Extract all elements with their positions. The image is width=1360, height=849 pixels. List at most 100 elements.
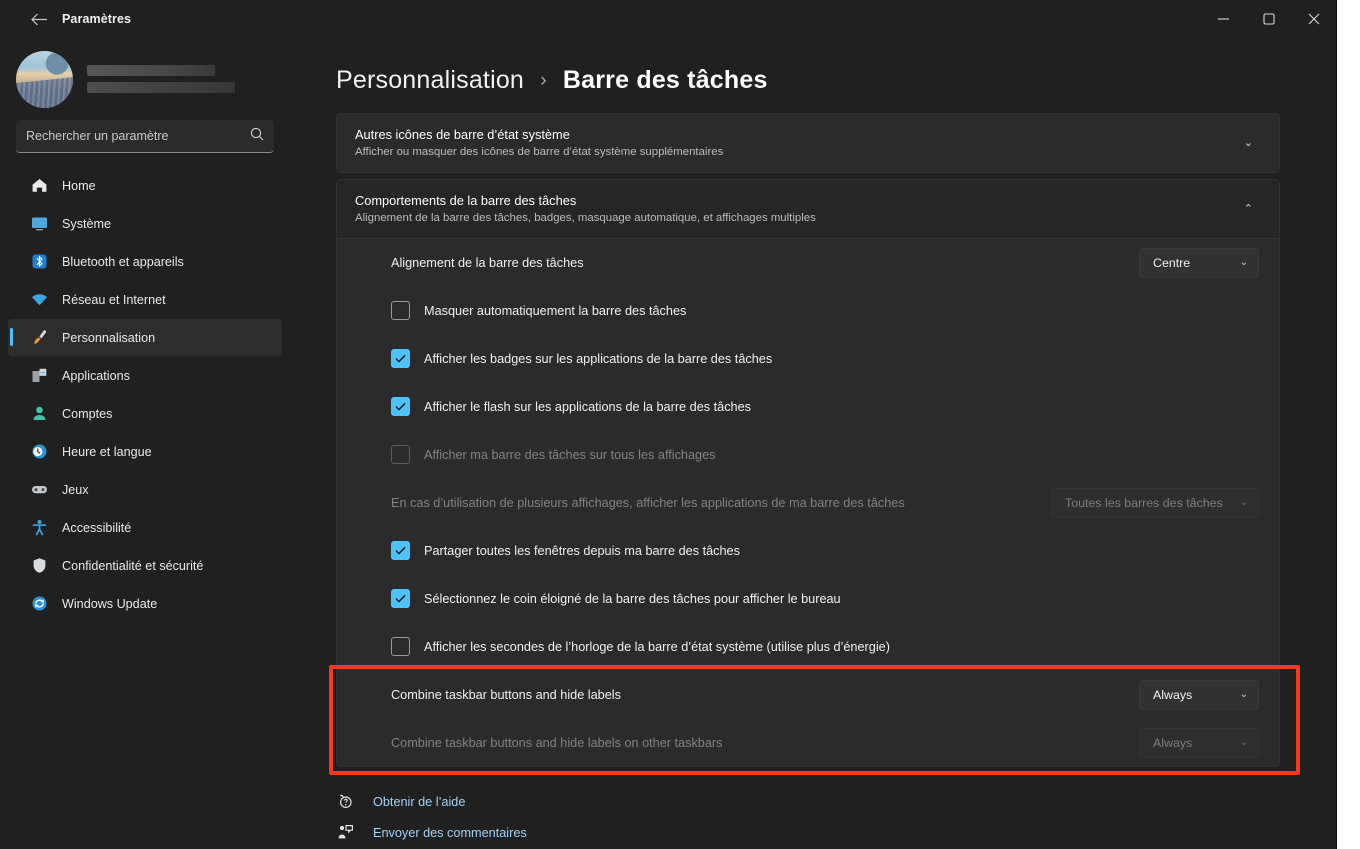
card-title: Autres icônes de barre d’état système (355, 127, 570, 142)
settings-window: Paramètres Rechercher un paramètre Home … (0, 0, 1337, 849)
sidebar-item-confidentialite[interactable]: Confidentialité et sécurité (8, 547, 282, 584)
clock-icon (30, 443, 48, 461)
check-icon (395, 354, 406, 363)
send-feedback-link[interactable]: Envoyer des commentaires (336, 824, 1280, 841)
account-icon (30, 405, 48, 423)
row-show-desktop-corner[interactable]: Sélectionnez le coin éloigné de la barre… (337, 574, 1279, 622)
row-clock-seconds[interactable]: Afficher les secondes de l’horloge de la… (337, 622, 1279, 670)
share-windows-checkbox[interactable] (391, 541, 410, 560)
sidebar-item-applications[interactable]: Applications (8, 357, 282, 394)
autohide-checkbox[interactable] (391, 301, 410, 320)
taskbar-alignment-dropdown[interactable]: Centre ⌄ (1139, 247, 1259, 278)
apps-icon (30, 367, 48, 385)
row-show-badges[interactable]: Afficher les badges sur les applications… (337, 334, 1279, 382)
main-content: Personnalisation › Barre des tâches Autr… (290, 38, 1336, 849)
row-taskbar-alignment: Alignement de la barre des tâches Centre… (337, 238, 1279, 286)
row-label: Afficher ma barre des tâches sur tous le… (424, 447, 716, 462)
row-share-windows[interactable]: Partager toutes les fenêtres depuis ma b… (337, 526, 1279, 574)
check-icon (395, 402, 406, 411)
sidebar-item-bluetooth[interactable]: Bluetooth et appareils (8, 243, 282, 280)
all-displays-checkbox (391, 445, 410, 464)
page-title: Barre des tâches (562, 66, 768, 94)
sidebar-item-label: Confidentialité et sécurité (62, 558, 204, 573)
chevron-down-icon[interactable]: ⌄ (1238, 136, 1259, 149)
accessibility-icon (30, 519, 48, 537)
row-combine-taskbar-buttons-other: Combine taskbar buttons and hide labels … (337, 718, 1279, 766)
row-show-flash[interactable]: Afficher le flash sur les applications d… (337, 382, 1279, 430)
sidebar-item-label: Home (62, 178, 96, 193)
combine-taskbar-buttons-dropdown[interactable]: Always ⌄ (1139, 679, 1259, 710)
back-button[interactable] (22, 4, 56, 34)
row-label: Partager toutes les fenêtres depuis ma b… (424, 543, 740, 558)
update-icon (30, 595, 48, 613)
dropdown-value: Toutes les barres des tâches (1065, 495, 1223, 510)
check-icon (395, 546, 406, 555)
sidebar-item-jeux[interactable]: Jeux (8, 471, 282, 508)
show-desktop-checkbox[interactable] (391, 589, 410, 608)
avatar (16, 50, 73, 108)
title-bar: Paramètres (0, 0, 1336, 38)
minimize-icon (1218, 18, 1229, 20)
link-label: Envoyer des commentaires (373, 825, 527, 840)
card-subtitle: Afficher ou masquer des icônes de barre … (355, 146, 724, 158)
breadcrumb-parent[interactable]: Personnalisation (336, 66, 524, 94)
sidebar-item-heure-langue[interactable]: Heure et langue (8, 433, 282, 470)
sidebar: Home Système Bluetooth et appareils (0, 38, 290, 849)
chevron-down-icon: ⌄ (1239, 737, 1248, 748)
sidebar-item-accessibilite[interactable]: Accessibilité (8, 509, 282, 546)
chevron-down-icon: ⌄ (1239, 497, 1248, 508)
get-help-link[interactable]: Obtenir de l’aide (336, 793, 1280, 810)
row-label: Combine taskbar buttons and hide labels … (391, 735, 723, 750)
row-label: Afficher le flash sur les applications d… (424, 399, 752, 414)
sidebar-item-comptes[interactable]: Comptes (8, 395, 282, 432)
card-subtitle: Alignement de la barre des tâches, badge… (355, 212, 816, 224)
chevron-down-icon: ⌄ (1239, 257, 1248, 268)
wifi-icon (30, 291, 48, 309)
row-label: Sélectionnez le coin éloigné de la barre… (424, 591, 841, 606)
user-profile[interactable] (8, 38, 282, 112)
row-label: Alignement de la barre des tâches (391, 255, 584, 270)
sidebar-item-windows-update[interactable]: Windows Update (8, 585, 282, 622)
close-button[interactable] (1291, 0, 1336, 38)
chevron-down-icon: ⌄ (1239, 689, 1248, 700)
app-title: Paramètres (62, 12, 132, 26)
row-multi-display-apps: En cas d’utilisation de plusieurs affich… (337, 478, 1279, 526)
card-taskbar-behaviors-header[interactable]: Comportements de la barre des tâches Ali… (337, 180, 1279, 238)
sidebar-item-label: Windows Update (62, 596, 158, 611)
search-input[interactable] (26, 129, 244, 143)
maximize-button[interactable] (1246, 0, 1291, 38)
row-label: Masquer automatiquement la barre des tâc… (424, 303, 687, 318)
sidebar-item-systeme[interactable]: Système (8, 205, 282, 242)
dropdown-value: Always (1153, 687, 1193, 702)
home-icon (30, 177, 48, 195)
chevron-up-icon[interactable]: ⌃ (1238, 202, 1259, 215)
sidebar-item-personnalisation[interactable]: Personnalisation (8, 319, 282, 356)
dropdown-value: Always (1153, 735, 1193, 750)
check-icon (395, 594, 406, 603)
sidebar-item-reseau[interactable]: Réseau et Internet (8, 281, 282, 318)
sidebar-item-label: Accessibilité (62, 520, 132, 535)
clock-seconds-checkbox[interactable] (391, 637, 410, 656)
sidebar-item-home[interactable]: Home (8, 167, 282, 204)
row-label: Afficher les secondes de l’horloge de la… (424, 639, 890, 654)
sidebar-item-label: Bluetooth et appareils (62, 254, 184, 269)
monitor-icon (30, 215, 48, 233)
sidebar-item-label: Jeux (62, 482, 89, 497)
card-title: Comportements de la barre des tâches (355, 193, 577, 208)
badges-checkbox[interactable] (391, 349, 410, 368)
window-controls (1201, 0, 1336, 38)
close-icon (1308, 13, 1319, 25)
breadcrumb-separator: › (540, 70, 547, 91)
highlighted-settings-group: Combine taskbar buttons and hide labels … (329, 665, 1300, 775)
minimize-button[interactable] (1201, 0, 1246, 38)
combine-other-taskbars-dropdown: Always ⌄ (1139, 727, 1259, 758)
dropdown-value: Centre (1153, 255, 1191, 270)
card-system-icons-header[interactable]: Autres icônes de barre d’état système Af… (337, 114, 1279, 172)
flash-checkbox[interactable] (391, 397, 410, 416)
row-taskbar-all-displays: Afficher ma barre des tâches sur tous le… (337, 430, 1279, 478)
search-box[interactable] (16, 120, 274, 153)
row-autohide-taskbar[interactable]: Masquer automatiquement la barre des tâc… (337, 286, 1279, 334)
sidebar-item-label: Applications (62, 368, 130, 383)
multi-display-apps-dropdown: Toutes les barres des tâches ⌄ (1051, 487, 1259, 518)
sidebar-item-label: Système (62, 216, 111, 231)
